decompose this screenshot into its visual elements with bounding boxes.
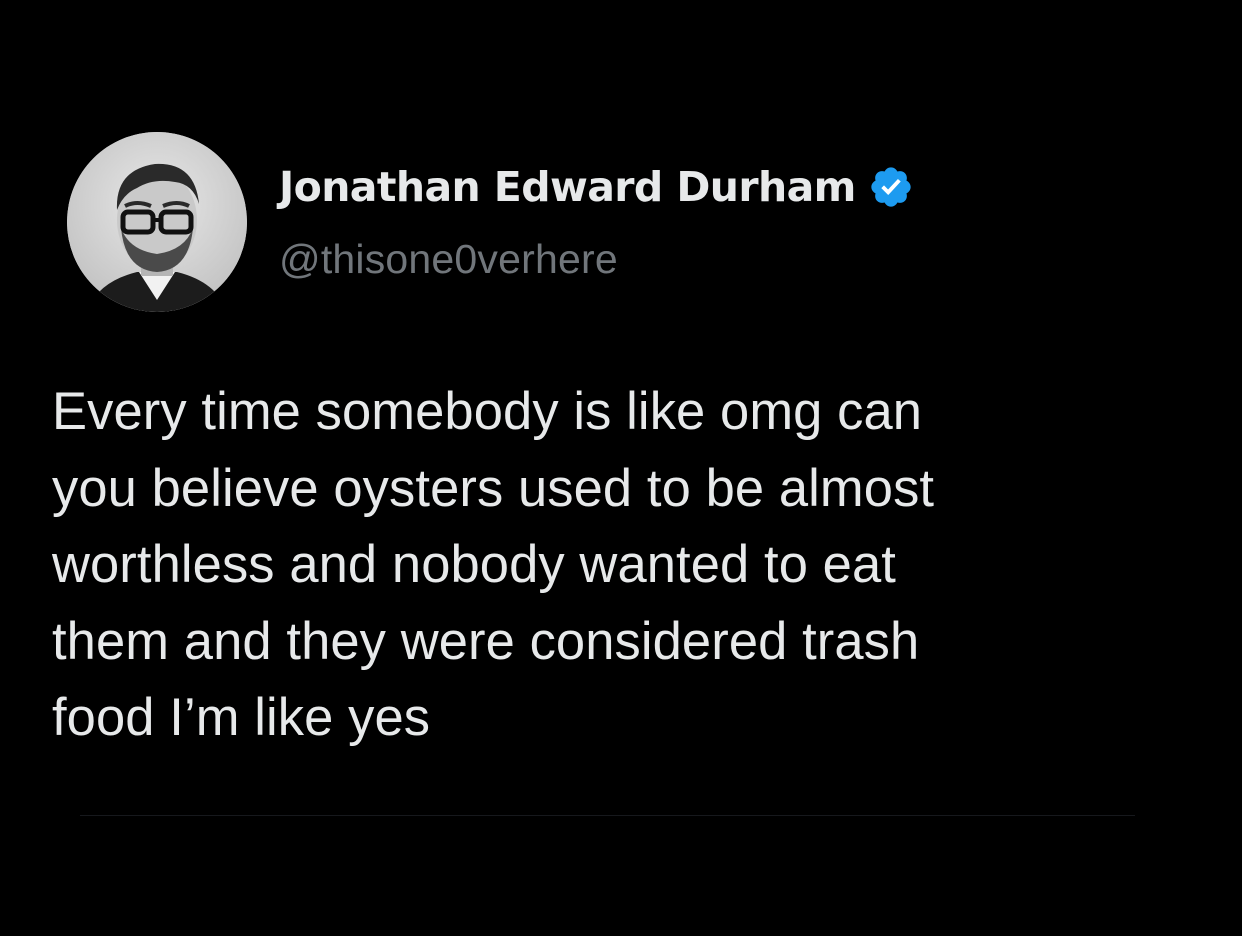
tweet-card: Jonathan Edward Durham @thisone0verhere …: [0, 0, 1242, 936]
avatar[interactable]: [67, 132, 247, 312]
tweet-text: Every time somebody is like omg can you …: [52, 382, 935, 747]
author-display-name[interactable]: Jonathan Edward Durham: [279, 163, 856, 211]
author-handle[interactable]: @thisone0verhere: [279, 236, 618, 283]
avatar-photo: [67, 132, 247, 312]
divider: [80, 815, 1135, 816]
author-name-row: Jonathan Edward Durham: [279, 159, 914, 215]
verified-badge-icon[interactable]: [868, 164, 914, 210]
